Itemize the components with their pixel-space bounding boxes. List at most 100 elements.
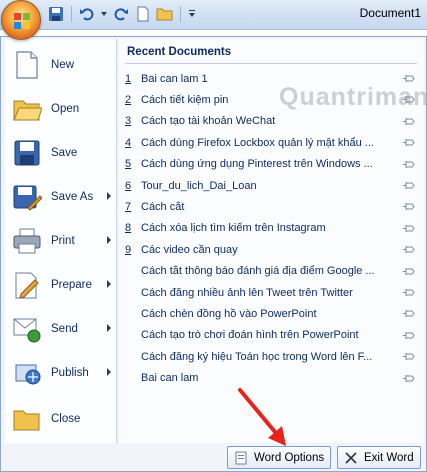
document-title: Document1 <box>359 6 421 20</box>
recent-documents-heading: Recent Documents <box>127 46 232 58</box>
recent-document-item[interactable]: 9 Các video cần quay <box>125 239 419 260</box>
send-icon <box>11 313 43 345</box>
menu-item-label: Prepare <box>51 279 92 291</box>
close-x-icon <box>345 451 357 464</box>
pin-icon[interactable] <box>403 160 415 169</box>
recent-document-name: Cách dùng ứng dụng Pinterest trên Window… <box>141 158 373 171</box>
undo-dropdown-icon[interactable] <box>99 4 109 24</box>
menu-item-label: Close <box>51 413 81 425</box>
pin-icon[interactable] <box>403 202 415 211</box>
recent-document-item[interactable]: Cách đăng ký hiệu Toán học trong Word lê… <box>125 346 419 367</box>
recent-document-item[interactable]: Cách đăng nhiều ảnh lên Tweet trên Twitt… <box>125 282 419 303</box>
pin-icon[interactable] <box>403 224 415 233</box>
recent-document-name: Cách dùng Firefox Lockbox quản lý mật kh… <box>141 136 374 149</box>
recent-document-item[interactable]: 1 Bai can lam 1 <box>125 68 419 89</box>
recent-document-item[interactable]: Cách tắt thông báo đánh giá địa điểm Goo… <box>125 261 419 282</box>
recent-document-item[interactable]: 2 Cách tiết kiệm pin <box>125 89 419 110</box>
pin-icon[interactable] <box>403 374 415 383</box>
recent-document-number: 8 <box>125 222 132 235</box>
menu-item-send[interactable]: Send <box>5 307 117 351</box>
quick-access-toolbar <box>46 4 198 24</box>
printer-icon <box>11 225 43 257</box>
recent-document-number: 1 <box>125 72 132 85</box>
menu-item-print[interactable]: Print <box>5 219 117 263</box>
office-logo-icon <box>14 13 30 29</box>
pin-icon[interactable] <box>403 331 415 340</box>
pin-icon[interactable] <box>403 309 415 318</box>
recent-document-name: Cách cắt <box>141 200 185 213</box>
undo-icon[interactable] <box>77 4 97 24</box>
save-as-icon <box>11 181 43 213</box>
recent-document-number: 5 <box>125 158 132 171</box>
menu-item-close[interactable]: Close <box>5 397 117 441</box>
recent-document-number: 7 <box>125 200 132 213</box>
toolbar-separator <box>71 6 72 22</box>
pin-icon[interactable] <box>403 245 415 254</box>
new-document-icon[interactable] <box>133 4 153 24</box>
pin-icon[interactable] <box>403 181 415 190</box>
menu-item-label: Save <box>51 147 78 159</box>
menu-item-prepare[interactable]: Prepare <box>5 263 117 307</box>
menu-item-publish[interactable]: Publish <box>5 351 117 395</box>
word-options-label: Word Options <box>254 451 325 464</box>
recent-document-item[interactable]: 4 Cách dùng Firefox Lockbox quản lý mật k… <box>125 132 419 153</box>
recent-document-item[interactable]: 5 Cách dùng ứng dụng Pinterest trên Windo… <box>125 154 419 175</box>
recent-document-number: 2 <box>125 93 132 106</box>
menu-item-label: Save As <box>51 191 94 203</box>
toolbar-separator <box>180 6 181 22</box>
close-folder-icon <box>11 403 43 435</box>
pin-icon[interactable] <box>403 74 415 83</box>
new-document-icon <box>11 49 43 81</box>
menu-item-new[interactable]: New <box>5 43 117 87</box>
floppy-disk-icon <box>11 137 43 169</box>
recent-document-name: Các video cần quay <box>141 243 238 256</box>
office-button[interactable] <box>1 0 41 40</box>
customize-dropdown-icon[interactable] <box>186 4 198 24</box>
menu-item-label: New <box>51 59 75 71</box>
submenu-arrow-icon <box>107 236 111 244</box>
menu-item-save[interactable]: Save <box>5 131 117 175</box>
pin-icon[interactable] <box>403 117 415 126</box>
save-icon[interactable] <box>46 4 66 24</box>
exit-word-button[interactable]: Exit Word <box>337 446 421 469</box>
office-menu: New Open Save Save As Print Prepare Send… <box>0 36 427 472</box>
recent-document-item[interactable]: Cách chèn đồng hồ vào PowerPoint <box>125 303 419 324</box>
redo-icon[interactable] <box>111 4 131 24</box>
submenu-arrow-icon <box>107 280 111 288</box>
command-list: New Open Save Save As Print Prepare Send… <box>5 39 117 443</box>
recent-document-item[interactable]: 8 Cách xóa lịch tìm kiếm trên Instagram <box>125 218 419 239</box>
pin-icon[interactable] <box>403 352 415 361</box>
pin-icon[interactable] <box>403 95 415 104</box>
menu-item-label: Print <box>51 235 75 247</box>
title-bar: Document1 <box>0 0 427 40</box>
recent-document-name: Cách xóa lịch tìm kiếm trên Instagram <box>141 222 326 235</box>
menu-item-save-as[interactable]: Save As <box>5 175 117 219</box>
pin-icon[interactable] <box>403 267 415 276</box>
recent-document-name: Cách tạo tài khoản WeChat <box>141 115 276 128</box>
menu-item-label: Publish <box>51 367 89 379</box>
prepare-pencil-icon <box>11 269 43 301</box>
annotation-arrow <box>238 388 286 446</box>
recent-documents-panel: Recent Documents Quantrimang 1Bai can la… <box>119 39 427 443</box>
menu-item-label: Send <box>51 323 78 335</box>
exit-word-label: Exit Word <box>364 451 414 464</box>
submenu-arrow-icon <box>107 192 111 200</box>
pin-icon[interactable] <box>403 288 415 297</box>
recent-document-item[interactable]: 3 Cách tạo tài khoản WeChat <box>125 111 419 132</box>
recent-document-name: Cách đăng nhiều ảnh lên Tweet trên Twitt… <box>141 286 353 299</box>
recent-document-name: Cách tiết kiệm pin <box>141 93 229 106</box>
menu-footer: Word Options Exit Word <box>5 443 424 471</box>
recent-document-item[interactable]: 6 Tour_du_lich_Dai_Loan <box>125 175 419 196</box>
recent-document-name: Cách chèn đồng hồ vào PowerPoint <box>141 307 317 320</box>
recent-document-name: Tour_du_lich_Dai_Loan <box>141 179 257 192</box>
submenu-arrow-icon <box>107 324 111 332</box>
open-folder-icon[interactable] <box>155 4 175 24</box>
menu-item-open[interactable]: Open <box>5 87 117 131</box>
submenu-arrow-icon <box>107 368 111 376</box>
recent-document-name: Cách đăng ký hiệu Toán học trong Word lê… <box>141 350 373 363</box>
pin-icon[interactable] <box>403 138 415 147</box>
recent-document-name: Bai can lam 1 <box>141 72 208 85</box>
recent-document-number: 4 <box>125 136 132 149</box>
recent-document-item[interactable]: 7 Cách cắt <box>125 196 419 217</box>
recent-document-item[interactable]: Cách tạo trò chơi đoán hình trên PowerPo… <box>125 325 419 346</box>
